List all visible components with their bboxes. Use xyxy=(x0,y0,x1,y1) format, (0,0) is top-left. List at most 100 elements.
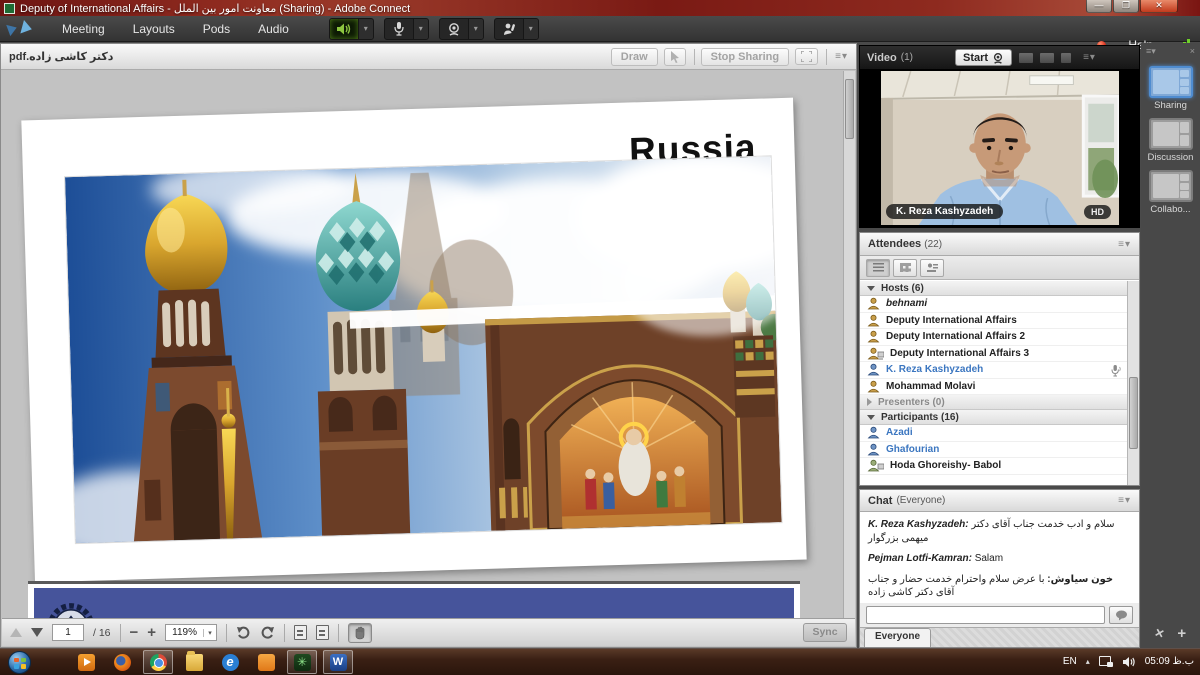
menu-meeting[interactable]: Meeting xyxy=(48,16,119,42)
volume-icon[interactable] xyxy=(1122,656,1136,668)
chat-message: Pejman Lotfi-Kamran: Salam xyxy=(868,552,1131,566)
chat-tab-everyone[interactable]: Everyone xyxy=(864,628,931,647)
fit-page-button[interactable] xyxy=(316,625,329,640)
adobe-connect-window: Deputy of International Affairs - معاونت… xyxy=(0,0,1200,675)
menu-pods[interactable]: Pods xyxy=(189,16,244,42)
shared-document-title: دكتر كاشى زاده.pdf xyxy=(9,50,113,63)
maximize-button[interactable]: ❐ xyxy=(1113,0,1139,13)
attendee-row[interactable]: behnami xyxy=(860,296,1127,313)
speaker-icon[interactable] xyxy=(330,19,358,39)
host-sharing-icon xyxy=(867,347,884,360)
webcam-dropdown[interactable]: ▾ xyxy=(468,19,483,39)
layout-collaboration[interactable] xyxy=(1149,170,1193,202)
share-scrollbar[interactable] xyxy=(843,71,855,618)
webcam-icon[interactable] xyxy=(440,19,468,39)
taskbar-firefox-icon[interactable] xyxy=(107,650,137,674)
attendee-row[interactable]: Azadi xyxy=(860,425,1127,442)
attendee-row[interactable]: K. Reza Kashyzadeh xyxy=(860,362,1127,379)
layout-options-icon[interactable]: × xyxy=(1153,624,1166,643)
sync-button[interactable]: Sync xyxy=(803,623,847,642)
microphone-dropdown[interactable]: ▾ xyxy=(413,19,428,39)
page-number-input[interactable] xyxy=(52,624,84,641)
previous-page-button[interactable] xyxy=(10,628,22,637)
chat-message: K. Reza Kashyzadeh: سلام و ادب خدمت جناب… xyxy=(868,518,1131,545)
microphone-icon[interactable] xyxy=(385,19,413,39)
status-control: ▾ xyxy=(494,18,539,40)
webcam-icon xyxy=(992,52,1004,64)
taskbar-word-icon[interactable]: W xyxy=(323,650,353,674)
layout-sharing-label: Sharing xyxy=(1141,100,1200,111)
taskbar-ie-icon[interactable]: e xyxy=(215,650,245,674)
rotate-right-icon[interactable] xyxy=(260,626,275,640)
grid-view-icon[interactable] xyxy=(1019,53,1033,63)
taskbar-chrome-icon[interactable] xyxy=(143,650,173,674)
attendee-row[interactable]: Deputy International Affairs 3 xyxy=(860,346,1127,363)
filmstrip-view-icon[interactable] xyxy=(1040,53,1054,63)
participants-section-header[interactable]: Participants (16) xyxy=(860,410,1127,425)
av-controls: ▾ ▾ ▾ ▾ xyxy=(329,18,539,40)
tray-expand-icon[interactable]: ▴ xyxy=(1086,657,1090,666)
stop-sharing-button[interactable]: Stop Sharing xyxy=(701,48,789,66)
slide-photo-church xyxy=(65,156,782,543)
menu-audio[interactable]: Audio xyxy=(244,16,303,42)
attendees-scrollbar[interactable] xyxy=(1127,281,1139,485)
close-button[interactable]: ✕ xyxy=(1140,0,1178,13)
next-page-button[interactable] xyxy=(31,628,43,637)
system-tray: EN ▴ ب.ظ 05:09 xyxy=(1063,648,1194,675)
taskbar-media-player-icon[interactable] xyxy=(71,650,101,674)
start-webcam-button[interactable]: Start xyxy=(955,49,1012,66)
attendee-row[interactable]: Hoda Ghoreishy- Babol xyxy=(860,458,1127,475)
chat-pod-menu-icon[interactable]: ≡▾ xyxy=(1118,495,1131,506)
chat-input[interactable] xyxy=(866,606,1105,624)
attendee-row[interactable]: Mohammad Molavi xyxy=(860,379,1127,396)
language-indicator[interactable]: EN xyxy=(1063,656,1077,667)
attendee-row[interactable]: Deputy International Affairs 2 xyxy=(860,329,1127,346)
layouts-panel: ≡▾ × Sharing Discussion Collabo... × + xyxy=(1141,43,1200,648)
layouts-menu-icon[interactable]: ≡▾ xyxy=(1146,46,1156,57)
attendee-row[interactable]: Ghafourian xyxy=(860,442,1127,459)
hosts-section-header[interactable]: Hosts (6) xyxy=(860,281,1127,296)
video-fullscreen-icon[interactable] xyxy=(1061,53,1071,63)
share-pod: دكتر كاشى زاده.pdf Draw Stop Sharing ≡▾ … xyxy=(0,43,857,648)
minimize-button[interactable]: — xyxy=(1086,0,1112,13)
attendee-status-view-button[interactable] xyxy=(920,259,944,277)
send-message-button[interactable] xyxy=(1109,606,1133,624)
attendee-grid-view-button[interactable] xyxy=(893,259,917,277)
taskbar-adobe-connect-icon[interactable]: ✳ xyxy=(287,650,317,674)
attendees-pod-menu-icon[interactable]: ≡▾ xyxy=(1118,239,1131,250)
attendee-list-view-button[interactable] xyxy=(866,259,890,277)
taskbar-explorer-icon[interactable] xyxy=(179,650,209,674)
layout-discussion[interactable] xyxy=(1149,118,1193,150)
presenters-section-header[interactable]: Presenters (0) xyxy=(860,395,1127,410)
host-icon xyxy=(867,297,880,310)
clock[interactable]: ب.ظ 05:09 xyxy=(1145,656,1194,667)
layouts-close-icon[interactable]: × xyxy=(1190,46,1195,56)
attendee-row[interactable]: Deputy International Affairs xyxy=(860,313,1127,330)
slide-page-1: Russia xyxy=(21,98,806,583)
attendees-count: (22) xyxy=(924,239,942,250)
add-layout-icon[interactable]: + xyxy=(1177,625,1186,642)
zoom-level-select[interactable]: 119%▾ xyxy=(165,624,217,641)
fit-width-button[interactable] xyxy=(294,625,307,640)
status-dropdown[interactable]: ▾ xyxy=(523,19,538,39)
video-pod-menu-icon[interactable]: ≡▾ xyxy=(1083,52,1096,63)
zoom-out-button[interactable]: − xyxy=(130,626,139,640)
pointer-button[interactable] xyxy=(664,48,686,66)
share-pod-menu-icon[interactable]: ≡▾ xyxy=(835,51,848,62)
start-button[interactable] xyxy=(8,651,31,674)
rotate-left-icon[interactable] xyxy=(236,626,251,640)
speaker-dropdown[interactable]: ▾ xyxy=(358,19,373,39)
network-icon[interactable] xyxy=(1099,656,1113,667)
raise-hand-icon[interactable] xyxy=(495,19,523,39)
draw-button[interactable]: Draw xyxy=(611,48,658,66)
fullscreen-button[interactable] xyxy=(795,48,818,65)
menu-layouts[interactable]: Layouts xyxy=(119,16,189,42)
webcam-control: ▾ xyxy=(439,18,484,40)
zoom-in-button[interactable]: + xyxy=(147,626,156,640)
microphone-active-icon xyxy=(1110,364,1122,377)
pdf-toolbar: / 16 − + 119%▾ Sync xyxy=(2,618,855,646)
taskbar-office-icon[interactable] xyxy=(251,650,281,674)
layout-sharing[interactable] xyxy=(1149,66,1193,98)
chat-message: خون سياوش: با عرض سلام واحترام خدمت حضار… xyxy=(868,573,1131,600)
pan-tool-button[interactable] xyxy=(348,623,372,643)
